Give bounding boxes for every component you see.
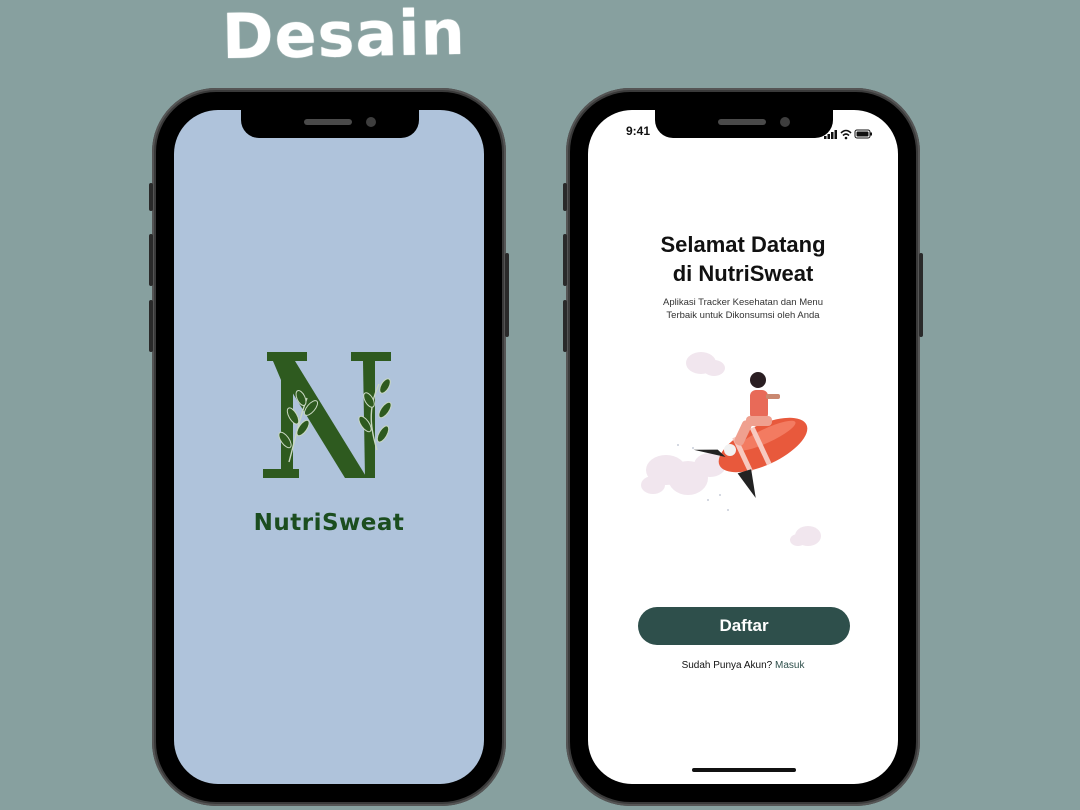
volume-up-button bbox=[563, 234, 567, 286]
notch bbox=[655, 110, 833, 138]
rocket-rider-illustration bbox=[638, 350, 838, 554]
battery-icon bbox=[854, 129, 872, 139]
status-time: 9:41 bbox=[626, 124, 651, 138]
volume-down-button bbox=[149, 300, 153, 352]
login-link[interactable]: Masuk bbox=[775, 660, 804, 671]
welcome-subtitle-line1: Aplikasi Tracker Kesehatan dan Menu bbox=[662, 297, 823, 308]
welcome-title: Selamat Datang di NutriSweat bbox=[588, 230, 898, 288]
speaker-grille bbox=[718, 119, 766, 125]
welcome-title-line2: di NutriSweat bbox=[672, 261, 814, 286]
leaf-letter-n-logo bbox=[174, 350, 484, 484]
welcome-screen: 9:41 Selamat Datang di NutriSweat Aplika… bbox=[588, 110, 898, 784]
splash-screen: NutriSweat bbox=[174, 110, 484, 784]
welcome-subtitle: Aplikasi Tracker Kesehatan dan Menu Terb… bbox=[588, 296, 898, 322]
phone-splash: NutriSweat bbox=[149, 88, 509, 806]
mute-switch bbox=[563, 183, 567, 211]
welcome-title-line1: Selamat Datang bbox=[660, 232, 826, 257]
login-prompt-line: Sudah Punya Akun? Masuk bbox=[588, 660, 898, 671]
mute-switch bbox=[149, 183, 153, 211]
app-name-logotype: NutriSweat bbox=[253, 510, 405, 536]
phone-welcome: 9:41 Selamat Datang di NutriSweat Aplika… bbox=[563, 88, 923, 806]
power-button bbox=[505, 253, 509, 337]
register-button[interactable]: Daftar bbox=[638, 607, 850, 645]
status-icons bbox=[824, 125, 874, 144]
front-camera bbox=[780, 117, 790, 127]
speaker-grille bbox=[304, 119, 352, 125]
page-title: Desain bbox=[221, 0, 467, 74]
front-camera bbox=[366, 117, 376, 127]
volume-up-button bbox=[149, 234, 153, 286]
login-prompt-text: Sudah Punya Akun? bbox=[681, 660, 773, 671]
wifi-icon bbox=[840, 129, 852, 137]
volume-down-button bbox=[563, 300, 567, 352]
power-button bbox=[919, 253, 923, 337]
notch bbox=[241, 110, 419, 138]
welcome-subtitle-line2: Terbaik untuk Dikonsumsi oleh Anda bbox=[666, 310, 820, 321]
home-indicator[interactable] bbox=[692, 768, 796, 772]
